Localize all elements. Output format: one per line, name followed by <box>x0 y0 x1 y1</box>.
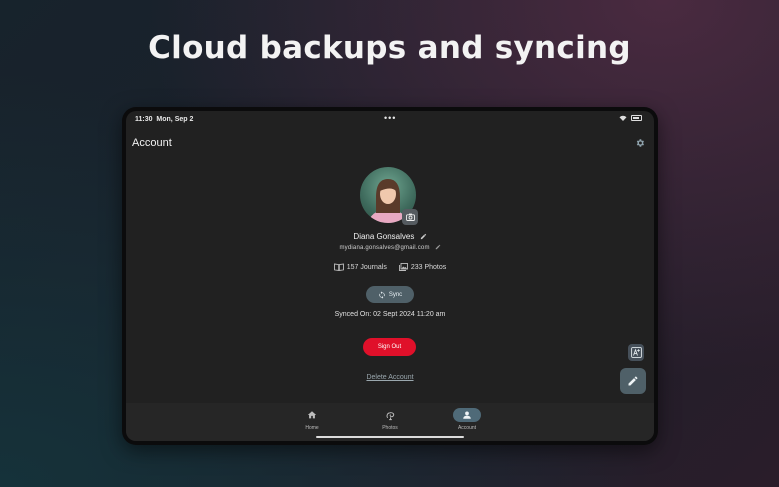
nav-label-account: Account <box>457 425 477 431</box>
battery-icon <box>631 115 642 121</box>
bottom-navigation: Home Photos Account <box>126 403 654 441</box>
nav-home-icon-box <box>292 408 332 422</box>
tablet-frame: 11:30 Mon, Sep 2 ••• Account Diana Gonsa… <box>122 107 658 445</box>
nav-item-account[interactable]: Account <box>447 408 487 431</box>
gear-icon[interactable] <box>635 138 645 148</box>
new-entry-button[interactable] <box>620 368 646 394</box>
delete-account-link[interactable]: Delete Account <box>126 374 654 381</box>
nav-account-icon-box <box>453 408 481 422</box>
nav-photos-icon-box <box>370 408 410 422</box>
status-bar: 11:30 Mon, Sep 2 ••• <box>126 111 654 127</box>
headline: Cloud backups and syncing <box>148 30 631 66</box>
journals-count: 157 Journals <box>346 263 387 271</box>
journals-stat: 157 Journals <box>333 263 387 271</box>
photos-stat: 233 Photos <box>398 263 447 271</box>
app-screen: 11:30 Mon, Sep 2 ••• Account Diana Gonsa… <box>126 111 654 441</box>
photo-library-icon <box>398 263 408 271</box>
pencil-icon <box>628 376 638 386</box>
gesture-home-indicator <box>316 436 464 438</box>
profile-name: Diana Gonsalves <box>353 232 415 241</box>
profile-name-row: Diana Gonsalves <box>126 232 654 241</box>
nav-item-home[interactable]: Home <box>292 408 332 431</box>
nav-item-photos[interactable]: Photos <box>370 408 410 431</box>
page-title: Account <box>132 137 172 149</box>
photos-count: 233 Photos <box>410 263 447 271</box>
profile-email: mydiana.gonsalves@gmail.com <box>339 245 430 251</box>
text-style-icon <box>630 347 642 358</box>
status-dots: ••• <box>384 113 397 123</box>
status-date: Mon, Sep 2 <box>156 116 194 123</box>
change-photo-button[interactable] <box>402 209 418 225</box>
profile-email-row: mydiana.gonsalves@gmail.com <box>126 244 654 251</box>
edit-name-icon[interactable] <box>420 233 427 240</box>
sync-button-label: Sync <box>388 291 403 298</box>
profile-stats: 157 Journals 233 Photos <box>126 263 654 271</box>
last-synced-text: Synced On: 02 Sept 2024 11:20 am <box>334 311 446 318</box>
account-icon <box>463 411 471 419</box>
edit-email-icon[interactable] <box>435 244 441 250</box>
nav-label-home: Home <box>305 425 319 431</box>
translate-button[interactable] <box>628 344 644 361</box>
status-clock: 11:30 <box>135 116 153 123</box>
sync-button[interactable]: Sync <box>366 286 414 303</box>
status-icons <box>619 115 642 121</box>
status-time: 11:30 Mon, Sep 2 <box>135 116 193 123</box>
photos-icon <box>386 411 394 420</box>
nav-label-photos: Photos <box>382 425 398 431</box>
wifi-icon <box>619 115 627 121</box>
sync-icon <box>379 290 385 299</box>
camera-icon <box>405 213 415 221</box>
avatar-container <box>360 167 418 225</box>
book-icon <box>333 263 344 271</box>
sign-out-button[interactable]: Sign Out <box>363 338 416 356</box>
home-icon <box>307 411 317 419</box>
